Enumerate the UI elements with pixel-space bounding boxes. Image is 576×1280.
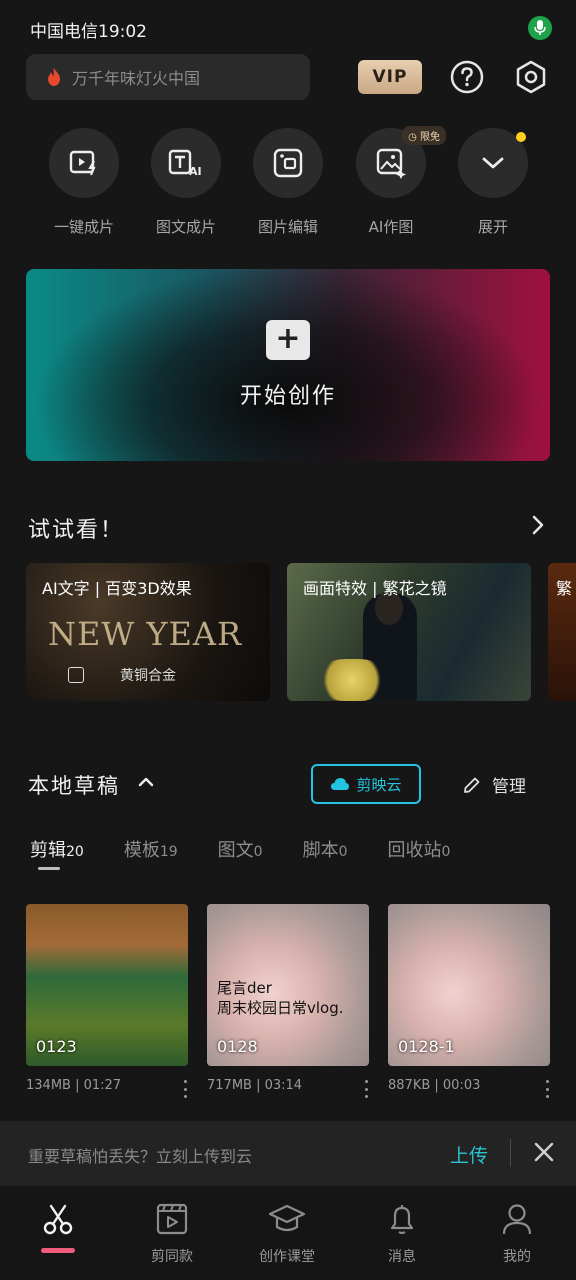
tab-indicator [38,867,60,870]
draft-name: 0128-1 [398,1037,455,1056]
quick-action-label: 图文成片 [155,218,216,236]
chevron-right-icon[interactable] [528,514,548,536]
upload-banner: 重要草稿怕丢失？立刻上传到云 上传 [0,1121,576,1185]
ai-image-icon [376,148,406,179]
vip-button[interactable]: VIP [358,60,422,94]
quick-action-image-edit[interactable]: 图片编辑 [238,128,338,237]
manage-button[interactable]: 管理 [462,772,526,797]
image-icon [68,667,84,683]
quick-action-one-click[interactable]: 一键成片 [34,128,134,237]
draft-item[interactable]: 0128-1 887KB | 00:03 [388,904,550,1098]
nav-item-classroom[interactable]: 创作课堂 [237,1202,337,1266]
bell-icon [390,1205,414,1235]
text-ai-icon: AI [168,149,202,178]
nav-item-profile[interactable]: 我的 [467,1202,567,1266]
quick-action-label: 展开 [477,218,508,236]
tab-image-text[interactable]: 图文0 [218,836,263,862]
local-drafts-title: 本地草稿 [28,774,120,798]
nav-item-edit[interactable] [8,1202,108,1253]
flame-icon [48,68,60,86]
draft-tabs: 剪辑20 模板19 图文0 脚本0 回收站0 [30,836,490,862]
bottom-nav: 剪同款 创作课堂 消息 我的 [0,1185,576,1280]
quick-action-text-to-video[interactable]: AI 图文成片 [136,128,236,237]
cloud-icon [331,778,350,790]
start-creating-button[interactable]: + 开始创作 [26,269,550,461]
nav-label: 创作课堂 [259,1249,315,1265]
draft-item[interactable]: 尾言der 周末校园日常vlog. 0128 717MB | 03:14 [207,904,369,1098]
more-icon[interactable] [182,1080,188,1098]
nav-item-templates[interactable]: 剪同款 [122,1202,222,1266]
try-card-title: 繁 [556,579,573,598]
quick-actions: 一键成片 AI 图文成片 图片编辑 ◷ 限免 AI作图 展开 [0,126,576,238]
svg-text:AI: AI [189,165,202,178]
quick-action-expand[interactable]: 展开 [443,128,543,237]
pencil-icon [464,777,480,793]
nav-item-messages[interactable]: 消息 [352,1202,452,1266]
microphone-icon [528,16,552,40]
status-bar: 中国电信19:02 [0,0,576,56]
try-card-ai-text[interactable]: AI文字 | 百变3D效果 NEW YEAR 黄铜合金 [26,563,270,701]
help-icon[interactable] [450,60,484,94]
quick-action-label: AI作图 [368,218,414,236]
draft-thumbnail: 0128-1 [388,904,550,1066]
video-lightning-icon [69,150,96,176]
cloud-button[interactable]: 剪映云 [311,764,421,804]
try-section-title: 试试看！ [28,518,125,543]
tab-recycle-bin[interactable]: 回收站0 [388,836,451,862]
nav-label: 剪同款 [151,1249,193,1265]
cloud-label: 剪映云 [356,775,402,794]
graduation-cap-icon [268,1204,306,1232]
draft-thumbnail: 尾言der 周末校园日常vlog. 0128 [207,904,369,1066]
nav-label: 消息 [388,1249,416,1265]
quick-action-ai-image[interactable]: ◷ 限免 AI作图 [341,126,446,237]
quick-action-label: 图片编辑 [257,218,318,236]
nav-label: 我的 [503,1249,531,1265]
flowers [317,659,387,701]
start-creating-label: 开始创作 [239,384,336,409]
search-bar[interactable]: 万千年味灯火中国 [26,54,310,100]
tab-template[interactable]: 模板19 [124,836,178,862]
upload-button[interactable]: 上传 [450,1141,488,1168]
new-year-art-text: NEW YEAR [48,615,243,653]
more-icon[interactable] [544,1080,550,1098]
nav-active-indicator [41,1248,75,1253]
carrier-time: 中国电信19:02 [30,22,147,42]
more-icon[interactable] [363,1080,369,1098]
draft-item[interactable]: 0123 134MB | 01:27 [26,904,188,1098]
try-card-title: 画面特效 | 繁花之镜 [303,579,447,598]
draft-meta: 717MB | 03:14 [207,1078,303,1093]
upload-banner-text: 重要草稿怕丢失？立刻上传到云 [28,1147,253,1166]
close-icon[interactable] [533,1141,555,1163]
draft-caption: 尾言der 周末校园日常vlog. [217,979,344,1017]
draft-name: 0123 [36,1037,77,1056]
image-edit-icon [273,148,303,178]
draft-meta: 887KB | 00:03 [388,1078,481,1093]
scissors-icon [43,1204,73,1235]
free-badge: ◷ 限免 [402,126,446,145]
chevron-up-icon[interactable] [138,774,154,790]
user-icon [502,1204,532,1235]
draft-thumbnail: 0123 [26,904,188,1066]
draft-meta: 134MB | 01:27 [26,1078,122,1093]
settings-icon[interactable] [514,60,548,94]
notification-dot [516,132,526,142]
tab-script[interactable]: 脚本0 [303,836,348,862]
film-play-icon [156,1203,188,1235]
try-card-title: AI文字 | 百变3D效果 [42,579,192,598]
try-card-partial[interactable]: 繁 [548,563,576,701]
try-card-caption: 黄铜合金 [120,668,176,684]
tab-edit[interactable]: 剪辑20 [30,836,84,862]
try-card-flower-mirror[interactable]: 画面特效 | 繁花之镜 [287,563,531,701]
divider [510,1139,511,1167]
chevron-down-icon [482,157,504,169]
manage-label: 管理 [492,777,526,797]
quick-action-label: 一键成片 [53,218,114,236]
search-placeholder: 万千年味灯火中国 [72,69,201,88]
draft-name: 0128 [217,1037,258,1056]
plus-icon: + [266,320,310,360]
